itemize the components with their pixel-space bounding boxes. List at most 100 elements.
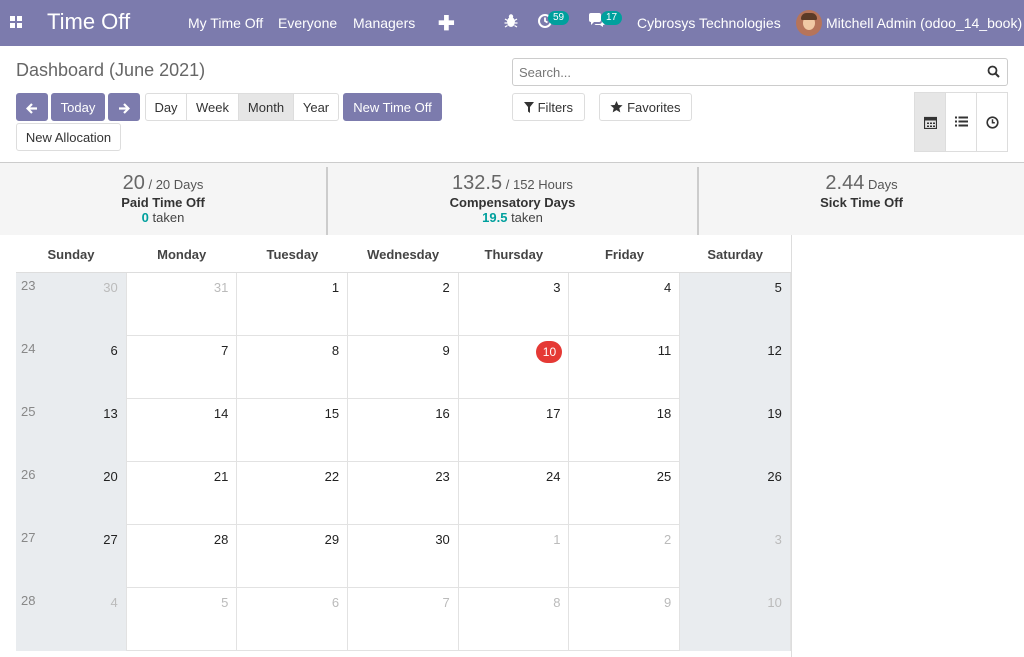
company-switcher[interactable]: Cybrosys Technologies [637, 15, 781, 31]
summary-taken-value: 0 [141, 210, 149, 225]
activity-view-button[interactable] [976, 92, 1008, 152]
summary-compensatory-days[interactable]: 132.5 / 152 Hours Compensatory Days 19.5… [328, 163, 697, 235]
calendar-day-cell[interactable]: 28 [127, 525, 238, 588]
day-number: 8 [331, 343, 340, 358]
scale-year-button[interactable]: Year [293, 93, 339, 121]
day-number: 6 [331, 595, 340, 610]
apps-menu-icon[interactable] [10, 16, 23, 29]
calendar-day-cell[interactable]: 27 27 [16, 525, 127, 588]
menu-managers[interactable]: Managers [353, 15, 415, 31]
activity-clock-icon[interactable]: 59 [537, 11, 570, 32]
calendar-day-cell[interactable]: 5 [127, 588, 238, 651]
calendar-day-cell[interactable]: 6 [237, 588, 349, 651]
next-button[interactable] [108, 93, 140, 121]
calendar-day-cell[interactable]: 21 [127, 462, 238, 525]
calendar-day-cell[interactable]: 29 [237, 525, 349, 588]
clock-icon [986, 116, 999, 129]
calendar-day-cell[interactable]: 26 [680, 462, 791, 525]
message-count-badge: 17 [601, 11, 623, 25]
calendar-day-cell[interactable]: 17 [459, 399, 570, 462]
menu-my-time-off[interactable]: My Time Off [188, 15, 263, 31]
calendar-day-cell[interactable]: 10 [680, 588, 791, 651]
user-menu[interactable]: Mitchell Admin (odoo_14_book) [826, 15, 1022, 31]
day-number: 4 [110, 595, 118, 610]
calendar-day-cell[interactable]: 8 [459, 588, 570, 651]
calendar-view-button[interactable] [914, 92, 946, 152]
calendar-day-cell[interactable]: 15 [237, 399, 349, 462]
scale-day-button[interactable]: Day [145, 93, 187, 121]
calendar-day-cell[interactable]: 16 [348, 399, 459, 462]
calendar-day-cell[interactable]: 24 [459, 462, 570, 525]
scale-month-button[interactable]: Month [238, 93, 294, 121]
calendar-day-cell[interactable]: 7 [127, 336, 238, 399]
summary-leave-type: Sick Time Off [820, 195, 903, 210]
calendar-day-cell[interactable]: 8 [237, 336, 349, 399]
calendar-day-cell[interactable]: 30 [348, 525, 459, 588]
calendar-day-cell[interactable]: 31 [127, 273, 238, 336]
quick-create-plus-icon[interactable]: ✚ [438, 11, 455, 36]
calendar-day-cell[interactable]: 1 [237, 273, 349, 336]
calendar-day-cell[interactable]: 18 [570, 399, 681, 462]
favorites-button[interactable]: Favorites [599, 93, 692, 121]
calendar-day-cell[interactable]: 14 [127, 399, 238, 462]
messages-chat-icon[interactable]: 17 [588, 11, 623, 31]
day-number: 9 [663, 595, 672, 610]
filter-funnel-icon [523, 102, 534, 113]
calendar-day-cell[interactable]: 28 4 [16, 588, 127, 651]
new-time-off-button[interactable]: New Time Off [343, 93, 442, 121]
day-number: 28 [213, 532, 229, 547]
list-view-button[interactable] [945, 92, 977, 152]
calendar-day-cell[interactable]: 3 [680, 525, 791, 588]
week-number: 23 [21, 278, 36, 293]
previous-button[interactable] [16, 93, 48, 121]
search-input[interactable]: Search... [512, 58, 1008, 86]
calendar-day-cell[interactable]: 22 [237, 462, 349, 525]
calendar-day-cell[interactable]: 12 [680, 336, 791, 399]
calendar-day-cell[interactable]: 3 [459, 273, 570, 336]
day-number: 15 [324, 406, 340, 421]
summary-paid-time-off[interactable]: 20 / 20 Days Paid Time Off 0 taken [0, 163, 326, 235]
calendar-day-cell[interactable]: 25 13 [16, 399, 127, 462]
summary-taken-label: taken [152, 210, 185, 225]
calendar-day-cell[interactable]: 19 [680, 399, 791, 462]
summary-taken-value: 19.5 [482, 210, 508, 225]
calendar-day-cell[interactable]: 23 30 [16, 273, 127, 336]
calendar-day-cell[interactable]: 23 [348, 462, 459, 525]
calendar-day-cell[interactable]: 2 [570, 525, 681, 588]
search-icon[interactable] [987, 65, 1000, 81]
week-row: 26 20 21 22 23 24 25 26 [16, 462, 791, 525]
day-number: 30 [103, 280, 118, 295]
day-number: 26 [767, 469, 782, 484]
calendar-day-cell[interactable]: 11 [570, 336, 681, 399]
calendar-day-cell[interactable]: 4 [570, 273, 681, 336]
weekday-header-friday: Friday [604, 247, 644, 262]
filters-button[interactable]: Filters [512, 93, 585, 121]
day-number: 27 [103, 532, 118, 547]
user-avatar[interactable] [796, 10, 822, 36]
scale-week-button[interactable]: Week [186, 93, 239, 121]
calendar-day-cell[interactable]: 9 [348, 336, 459, 399]
summary-sick-time-off[interactable]: 2.44 Days Sick Time Off [699, 163, 1024, 235]
calendar-day-cell[interactable]: 26 20 [16, 462, 127, 525]
day-number: 19 [767, 406, 782, 421]
today-button[interactable]: Today [51, 93, 105, 121]
menu-everyone[interactable]: Everyone [278, 15, 337, 31]
calendar-day-cell[interactable]: 10 [459, 336, 570, 399]
day-number: 1 [331, 280, 340, 295]
day-number: 3 [774, 532, 782, 547]
calendar-day-cell[interactable]: 9 [570, 588, 681, 651]
favorites-label: Favorites [627, 100, 681, 115]
week-row: 24 6 7 8 9 10 11 12 [16, 336, 791, 399]
new-allocation-button[interactable]: New Allocation [16, 123, 121, 151]
calendar-day-cell[interactable]: 25 [570, 462, 681, 525]
calendar-day-cell[interactable]: 1 [459, 525, 570, 588]
calendar-day-cell[interactable]: 7 [348, 588, 459, 651]
week-row: 25 13 14 15 16 17 18 19 [16, 399, 791, 462]
debug-bug-icon[interactable] [504, 13, 518, 32]
calendar-day-cell[interactable]: 5 [680, 273, 791, 336]
calendar-day-cell[interactable]: 24 6 [16, 336, 127, 399]
weekday-header-sunday: Sunday [47, 247, 95, 262]
calendar-day-cell[interactable]: 2 [348, 273, 459, 336]
today-day-number: 10 [536, 341, 563, 363]
day-number: 7 [442, 595, 450, 610]
